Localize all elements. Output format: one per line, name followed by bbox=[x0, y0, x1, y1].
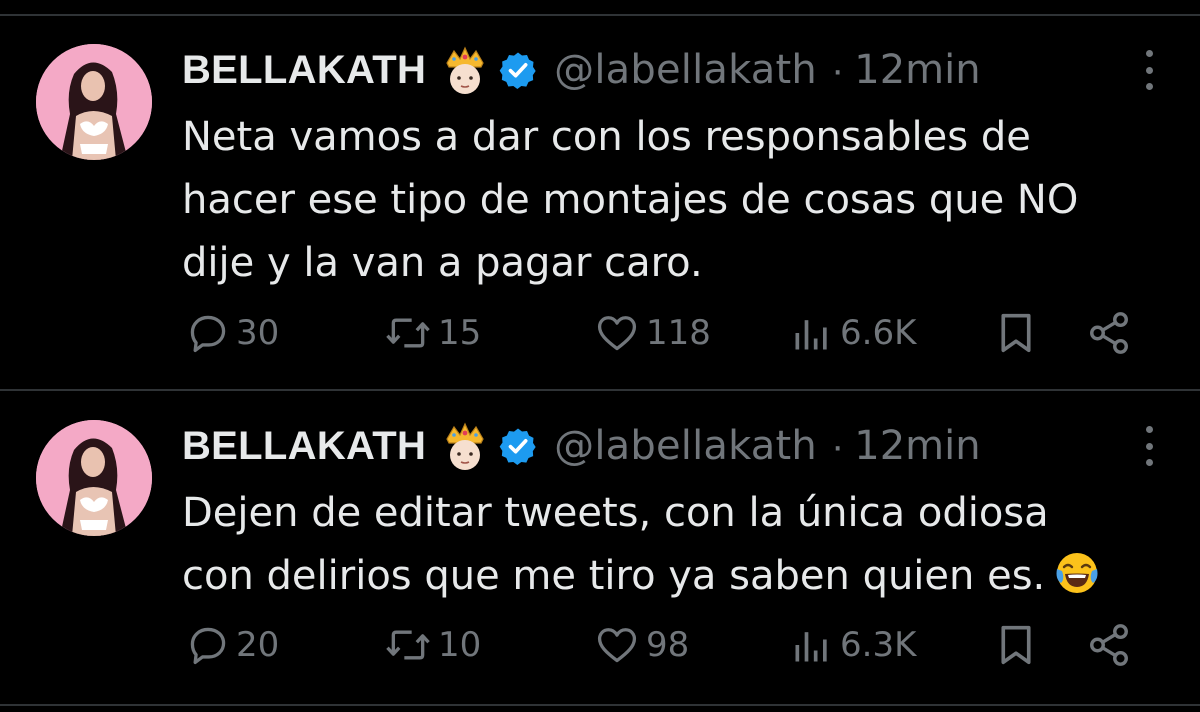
display-name[interactable]: BELLAKATH bbox=[182, 424, 426, 469]
tweet-text: Neta vamos a dar con los responsables de… bbox=[182, 106, 1182, 295]
like-count: 118 bbox=[646, 313, 711, 353]
tweet-text-line: dije y la van a pagar caro. bbox=[182, 240, 703, 286]
share-button[interactable] bbox=[1086, 620, 1132, 670]
action-bar: 20 10 98 6.3K bbox=[0, 620, 1200, 670]
tweet-divider bbox=[0, 389, 1200, 391]
bookmark-icon bbox=[1001, 313, 1031, 353]
share-button[interactable] bbox=[1086, 308, 1132, 358]
timestamp[interactable]: 12min bbox=[854, 423, 980, 469]
user-handle[interactable]: @labellakath bbox=[554, 423, 817, 469]
avatar[interactable] bbox=[36, 44, 152, 160]
reply-icon bbox=[190, 627, 226, 665]
tweet-2[interactable]: BELLAKATH @labellakath · 12min Dejen de … bbox=[0, 392, 1200, 702]
like-count: 98 bbox=[646, 625, 690, 665]
separator-dot: · bbox=[830, 423, 845, 468]
reply-count: 30 bbox=[236, 313, 280, 353]
reply-count: 20 bbox=[236, 625, 280, 665]
user-handle[interactable]: @labellakath bbox=[554, 47, 817, 93]
reply-button[interactable]: 20 bbox=[186, 620, 279, 670]
tweet-header: BELLAKATH @labellakath · 12min bbox=[182, 420, 981, 472]
verified-badge-icon[interactable] bbox=[498, 50, 538, 90]
heart-icon bbox=[597, 628, 637, 663]
views-count: 6.6K bbox=[840, 313, 917, 353]
views-icon bbox=[795, 320, 827, 350]
views-count: 6.3K bbox=[840, 625, 917, 665]
bookmark-button[interactable] bbox=[996, 308, 1036, 358]
repost-count: 15 bbox=[438, 313, 482, 353]
bottom-divider bbox=[0, 704, 1200, 706]
more-icon[interactable] bbox=[1142, 426, 1156, 466]
bookmark-icon bbox=[1001, 625, 1031, 665]
heart-icon bbox=[597, 316, 637, 351]
crown-emoji bbox=[442, 45, 488, 95]
laughing-tears-emoji bbox=[1053, 549, 1101, 597]
more-icon[interactable] bbox=[1142, 50, 1156, 90]
repost-button[interactable]: 10 bbox=[384, 620, 481, 670]
tweet-text-line: hacer ese tipo de montajes de cosas que … bbox=[182, 177, 1079, 223]
tweet-text-line-with-emoji: con delirios que me tiro ya saben quien … bbox=[182, 545, 1182, 608]
like-button[interactable]: 118 bbox=[594, 308, 711, 358]
tweet-1[interactable]: BELLAKATH @labellakath · 12min Neta vamo… bbox=[0, 16, 1200, 390]
avatar-image bbox=[36, 44, 152, 160]
timestamp[interactable]: 12min bbox=[854, 47, 980, 93]
share-icon bbox=[1090, 312, 1128, 354]
like-button[interactable]: 98 bbox=[594, 620, 689, 670]
reply-icon bbox=[190, 315, 226, 353]
tweet-text-line: Dejen de editar tweets, con la única odi… bbox=[182, 490, 1049, 536]
verified-badge-icon[interactable] bbox=[498, 426, 538, 466]
action-bar: 30 15 118 6.6K bbox=[0, 308, 1200, 358]
bookmark-button[interactable] bbox=[996, 620, 1036, 670]
reply-button[interactable]: 30 bbox=[186, 308, 279, 358]
views-button[interactable]: 6.3K bbox=[790, 620, 916, 670]
repost-count: 10 bbox=[438, 625, 482, 665]
repost-icon bbox=[386, 630, 430, 660]
avatar[interactable] bbox=[36, 420, 152, 536]
tweet-header: BELLAKATH @labellakath · 12min bbox=[182, 44, 981, 96]
tweet-text-line: Neta vamos a dar con los responsables de bbox=[182, 114, 1031, 160]
display-name[interactable]: BELLAKATH bbox=[182, 48, 426, 93]
views-icon bbox=[795, 632, 827, 662]
avatar-image bbox=[36, 420, 152, 536]
tweet-text-line: con delirios que me tiro ya saben quien … bbox=[182, 553, 1046, 599]
views-button[interactable]: 6.6K bbox=[790, 308, 916, 358]
crown-emoji bbox=[442, 421, 488, 471]
tweet-text: Dejen de editar tweets, con la única odi… bbox=[182, 482, 1182, 608]
repost-button[interactable]: 15 bbox=[384, 308, 481, 358]
share-icon bbox=[1090, 624, 1128, 666]
repost-icon bbox=[386, 318, 430, 348]
separator-dot: · bbox=[830, 47, 845, 92]
